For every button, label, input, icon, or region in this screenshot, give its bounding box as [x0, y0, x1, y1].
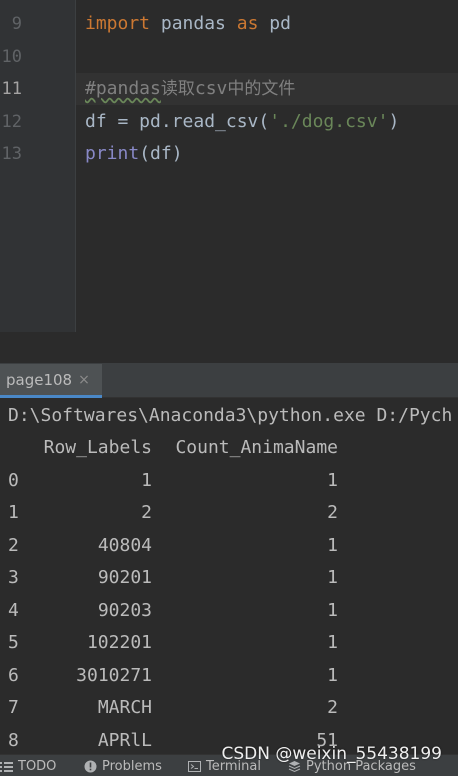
row-labels-cell: APRlL: [97, 729, 152, 751]
table-row: 7 MARCH 2: [0, 692, 458, 725]
table-row: 122: [0, 497, 458, 530]
line-number: 13: [1, 144, 22, 164]
code-editor[interactable]: 9 10 11 12 13 import pandas as pd #panda…: [0, 0, 458, 332]
line-number: 9: [11, 14, 22, 34]
console-command-line: D:\Softwares\Anaconda3\python.exe D:/Pyc…: [8, 405, 453, 426]
table-header-row: Row_Labels Count_AnimaName: [0, 432, 458, 465]
todo-tool-button[interactable]: TODO: [0, 755, 56, 776]
string-literal: './dog.csv': [269, 111, 389, 132]
run-console[interactable]: D:\Softwares\Anaconda3\python.exe D:/Pyc…: [0, 398, 458, 754]
code: (df): [139, 143, 183, 164]
warning-icon: [84, 760, 97, 772]
terminal-icon: [188, 760, 201, 772]
line-number: 12: [1, 112, 22, 132]
table-rows: 0 1 1 1 2 2 2 40804 1 3 90201 1 4 90203 1 5 102201 1 6 3010…: [0, 465, 458, 755]
run-tab-page108[interactable]: page108 ×: [0, 364, 102, 398]
count-cell: 1: [327, 469, 338, 491]
column-header-row-labels: Row_Labels: [43, 437, 152, 458]
builtin-function: print: [85, 143, 140, 164]
table-row: 5 102201 1: [0, 627, 458, 660]
row-labels-cell: 90201: [97, 567, 152, 588]
row-labels-cell: 40804: [97, 534, 152, 556]
line-number: 10: [1, 47, 22, 67]
keyword: import: [85, 13, 151, 34]
problems-tool-button[interactable]: Problems: [84, 755, 162, 776]
dataframe-output: Row_Labels Count_AnimaName 0 1 1 1 2 2 2 40804 1…: [0, 432, 458, 754]
comment: #pandas: [85, 78, 161, 99]
identifier: pandas: [150, 13, 237, 34]
list-icon: [0, 761, 13, 772]
code-line-print[interactable]: print(df): [85, 138, 183, 170]
comment: 中的文件: [227, 79, 296, 99]
count-cell: 1: [327, 632, 338, 653]
identifier: pd: [258, 13, 291, 34]
comment: csv: [194, 78, 228, 99]
count-cell: 2: [327, 502, 338, 523]
row-labels-cell: 90203: [97, 599, 152, 621]
keyword: as: [236, 13, 259, 34]
table-row: 4 90203 1: [0, 595, 458, 628]
code-line-comment[interactable]: #pandas读取csv中的文件: [85, 73, 295, 105]
run-tab-label: page108: [6, 370, 73, 389]
table-row: 011: [0, 465, 458, 498]
table-row: 3 90201 1: [0, 562, 458, 595]
csdn-watermark: CSDN @weixin_55438199: [221, 744, 442, 764]
comment: 读取: [160, 79, 195, 99]
code: ): [388, 111, 400, 132]
count-cell: 1: [327, 534, 338, 556]
table-row: 2 40804 1: [0, 530, 458, 563]
code: df = pd.read_csv(: [85, 111, 270, 132]
code-line-read-csv[interactable]: df = pd.read_csv('./dog.csv'): [85, 106, 399, 138]
run-tab-bar: page108 ×: [0, 364, 458, 398]
count-cell: 1: [327, 567, 338, 588]
count-cell: 1: [327, 599, 338, 621]
row-labels-cell: 3010271: [76, 664, 152, 686]
count-cell: 2: [327, 697, 338, 718]
close-icon[interactable]: ×: [78, 372, 90, 388]
problems-label: Problems: [102, 758, 162, 774]
line-number-gutter: 9 10 11 12 13: [0, 0, 76, 332]
row-labels-cell: 2: [141, 502, 152, 523]
row-labels-cell: 1: [141, 469, 152, 491]
row-labels-cell: 102201: [86, 632, 152, 653]
line-number-current: 11: [1, 79, 22, 99]
count-cell: 1: [327, 664, 338, 686]
row-labels-cell: MARCH: [97, 697, 152, 718]
panel-splitter[interactable]: [0, 332, 458, 364]
column-header-count: Count_AnimaName: [175, 437, 338, 458]
code-line-import[interactable]: import pandas as pd: [85, 8, 291, 40]
table-row: 6 3010271 1: [0, 660, 458, 693]
todo-label: TODO: [18, 758, 57, 774]
